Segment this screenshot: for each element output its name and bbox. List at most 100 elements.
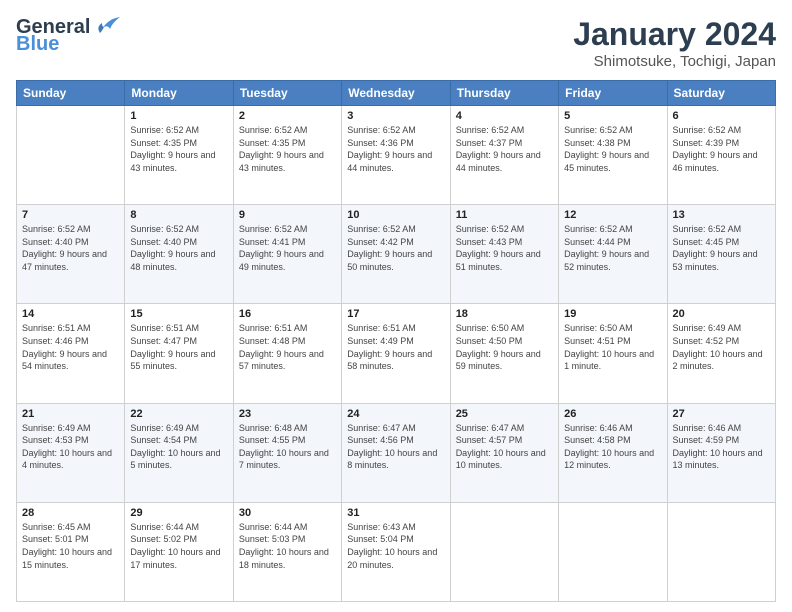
day-info: Sunrise: 6:52 AM Sunset: 4:39 PM Dayligh… xyxy=(673,124,770,174)
sunrise: Sunrise: 6:52 AM xyxy=(22,224,91,234)
header-wednesday: Wednesday xyxy=(342,81,450,106)
day-cell xyxy=(667,502,775,601)
day-cell: 28 Sunrise: 6:45 AM Sunset: 5:01 PM Dayl… xyxy=(17,502,125,601)
day-cell xyxy=(450,502,558,601)
day-cell: 9 Sunrise: 6:52 AM Sunset: 4:41 PM Dayli… xyxy=(233,205,341,304)
header-sunday: Sunday xyxy=(17,81,125,106)
sunrise: Sunrise: 6:52 AM xyxy=(239,125,308,135)
sunset: Sunset: 5:04 PM xyxy=(347,534,414,544)
sunset: Sunset: 4:55 PM xyxy=(239,435,306,445)
sunset: Sunset: 4:51 PM xyxy=(564,336,631,346)
day-number: 29 xyxy=(130,507,227,519)
day-number: 16 xyxy=(239,308,336,320)
calendar-page: General Blue January 2024 Shimotsuke, To… xyxy=(0,0,792,612)
sunset: Sunset: 4:38 PM xyxy=(564,138,631,148)
day-cell: 7 Sunrise: 6:52 AM Sunset: 4:40 PM Dayli… xyxy=(17,205,125,304)
daylight: Daylight: 9 hours and 49 minutes. xyxy=(239,249,324,272)
daylight: Daylight: 9 hours and 43 minutes. xyxy=(239,150,324,173)
day-number: 20 xyxy=(673,308,770,320)
sunrise: Sunrise: 6:48 AM xyxy=(239,423,308,433)
daylight: Daylight: 10 hours and 5 minutes. xyxy=(130,448,220,471)
daylight: Daylight: 9 hours and 44 minutes. xyxy=(347,150,432,173)
daylight: Daylight: 10 hours and 15 minutes. xyxy=(22,547,112,570)
header-friday: Friday xyxy=(559,81,667,106)
day-cell: 27 Sunrise: 6:46 AM Sunset: 4:59 PM Dayl… xyxy=(667,403,775,502)
day-cell: 17 Sunrise: 6:51 AM Sunset: 4:49 PM Dayl… xyxy=(342,304,450,403)
sunrise: Sunrise: 6:46 AM xyxy=(673,423,742,433)
day-number: 28 xyxy=(22,507,119,519)
week-row-3: 14 Sunrise: 6:51 AM Sunset: 4:46 PM Dayl… xyxy=(17,304,776,403)
day-cell: 23 Sunrise: 6:48 AM Sunset: 4:55 PM Dayl… xyxy=(233,403,341,502)
day-cell: 2 Sunrise: 6:52 AM Sunset: 4:35 PM Dayli… xyxy=(233,106,341,205)
daylight: Daylight: 9 hours and 59 minutes. xyxy=(456,349,541,372)
daylight: Daylight: 9 hours and 43 minutes. xyxy=(130,150,215,173)
sunset: Sunset: 4:59 PM xyxy=(673,435,740,445)
sunset: Sunset: 4:46 PM xyxy=(22,336,89,346)
sunrise: Sunrise: 6:47 AM xyxy=(347,423,416,433)
daylight: Daylight: 9 hours and 53 minutes. xyxy=(673,249,758,272)
day-cell: 16 Sunrise: 6:51 AM Sunset: 4:48 PM Dayl… xyxy=(233,304,341,403)
day-cell: 31 Sunrise: 6:43 AM Sunset: 5:04 PM Dayl… xyxy=(342,502,450,601)
day-cell: 19 Sunrise: 6:50 AM Sunset: 4:51 PM Dayl… xyxy=(559,304,667,403)
day-info: Sunrise: 6:51 AM Sunset: 4:49 PM Dayligh… xyxy=(347,322,444,372)
header-monday: Monday xyxy=(125,81,233,106)
sunset: Sunset: 4:56 PM xyxy=(347,435,414,445)
daylight: Daylight: 10 hours and 13 minutes. xyxy=(673,448,763,471)
sunset: Sunset: 4:45 PM xyxy=(673,237,740,247)
day-info: Sunrise: 6:49 AM Sunset: 4:53 PM Dayligh… xyxy=(22,422,119,472)
week-row-5: 28 Sunrise: 6:45 AM Sunset: 5:01 PM Dayl… xyxy=(17,502,776,601)
sunrise: Sunrise: 6:52 AM xyxy=(347,125,416,135)
daylight: Daylight: 9 hours and 46 minutes. xyxy=(673,150,758,173)
logo-bird-icon xyxy=(92,15,124,37)
daylight: Daylight: 9 hours and 45 minutes. xyxy=(564,150,649,173)
day-info: Sunrise: 6:50 AM Sunset: 4:51 PM Dayligh… xyxy=(564,322,661,372)
day-cell: 29 Sunrise: 6:44 AM Sunset: 5:02 PM Dayl… xyxy=(125,502,233,601)
sunrise: Sunrise: 6:44 AM xyxy=(239,522,308,532)
day-info: Sunrise: 6:44 AM Sunset: 5:03 PM Dayligh… xyxy=(239,521,336,571)
sunset: Sunset: 5:03 PM xyxy=(239,534,306,544)
day-cell: 21 Sunrise: 6:49 AM Sunset: 4:53 PM Dayl… xyxy=(17,403,125,502)
sunrise: Sunrise: 6:47 AM xyxy=(456,423,525,433)
day-info: Sunrise: 6:46 AM Sunset: 4:59 PM Dayligh… xyxy=(673,422,770,472)
week-row-4: 21 Sunrise: 6:49 AM Sunset: 4:53 PM Dayl… xyxy=(17,403,776,502)
sunrise: Sunrise: 6:52 AM xyxy=(456,125,525,135)
weekday-header-row: Sunday Monday Tuesday Wednesday Thursday… xyxy=(17,81,776,106)
day-cell: 25 Sunrise: 6:47 AM Sunset: 4:57 PM Dayl… xyxy=(450,403,558,502)
day-cell: 6 Sunrise: 6:52 AM Sunset: 4:39 PM Dayli… xyxy=(667,106,775,205)
day-number: 27 xyxy=(673,408,770,420)
day-number: 12 xyxy=(564,209,661,221)
sunset: Sunset: 4:58 PM xyxy=(564,435,631,445)
sunrise: Sunrise: 6:49 AM xyxy=(22,423,91,433)
day-cell: 15 Sunrise: 6:51 AM Sunset: 4:47 PM Dayl… xyxy=(125,304,233,403)
sunset: Sunset: 4:40 PM xyxy=(22,237,89,247)
daylight: Daylight: 9 hours and 58 minutes. xyxy=(347,349,432,372)
day-info: Sunrise: 6:52 AM Sunset: 4:37 PM Dayligh… xyxy=(456,124,553,174)
sunset: Sunset: 4:35 PM xyxy=(130,138,197,148)
daylight: Daylight: 10 hours and 18 minutes. xyxy=(239,547,329,570)
calendar-table: Sunday Monday Tuesday Wednesday Thursday… xyxy=(16,80,776,602)
day-cell: 4 Sunrise: 6:52 AM Sunset: 4:37 PM Dayli… xyxy=(450,106,558,205)
sunrise: Sunrise: 6:51 AM xyxy=(130,323,199,333)
daylight: Daylight: 9 hours and 50 minutes. xyxy=(347,249,432,272)
sunset: Sunset: 4:49 PM xyxy=(347,336,414,346)
day-info: Sunrise: 6:51 AM Sunset: 4:47 PM Dayligh… xyxy=(130,322,227,372)
sunset: Sunset: 5:02 PM xyxy=(130,534,197,544)
day-cell: 26 Sunrise: 6:46 AM Sunset: 4:58 PM Dayl… xyxy=(559,403,667,502)
sunset: Sunset: 4:35 PM xyxy=(239,138,306,148)
sunrise: Sunrise: 6:52 AM xyxy=(130,224,199,234)
daylight: Daylight: 10 hours and 1 minute. xyxy=(564,349,654,372)
day-number: 26 xyxy=(564,408,661,420)
sunrise: Sunrise: 6:52 AM xyxy=(456,224,525,234)
sunrise: Sunrise: 6:46 AM xyxy=(564,423,633,433)
day-info: Sunrise: 6:51 AM Sunset: 4:46 PM Dayligh… xyxy=(22,322,119,372)
month-title: January 2024 xyxy=(573,16,776,53)
day-info: Sunrise: 6:43 AM Sunset: 5:04 PM Dayligh… xyxy=(347,521,444,571)
day-cell: 1 Sunrise: 6:52 AM Sunset: 4:35 PM Dayli… xyxy=(125,106,233,205)
day-number: 25 xyxy=(456,408,553,420)
day-number: 3 xyxy=(347,110,444,122)
day-number: 6 xyxy=(673,110,770,122)
day-info: Sunrise: 6:52 AM Sunset: 4:38 PM Dayligh… xyxy=(564,124,661,174)
day-number: 7 xyxy=(22,209,119,221)
sunrise: Sunrise: 6:51 AM xyxy=(347,323,416,333)
day-number: 11 xyxy=(456,209,553,221)
